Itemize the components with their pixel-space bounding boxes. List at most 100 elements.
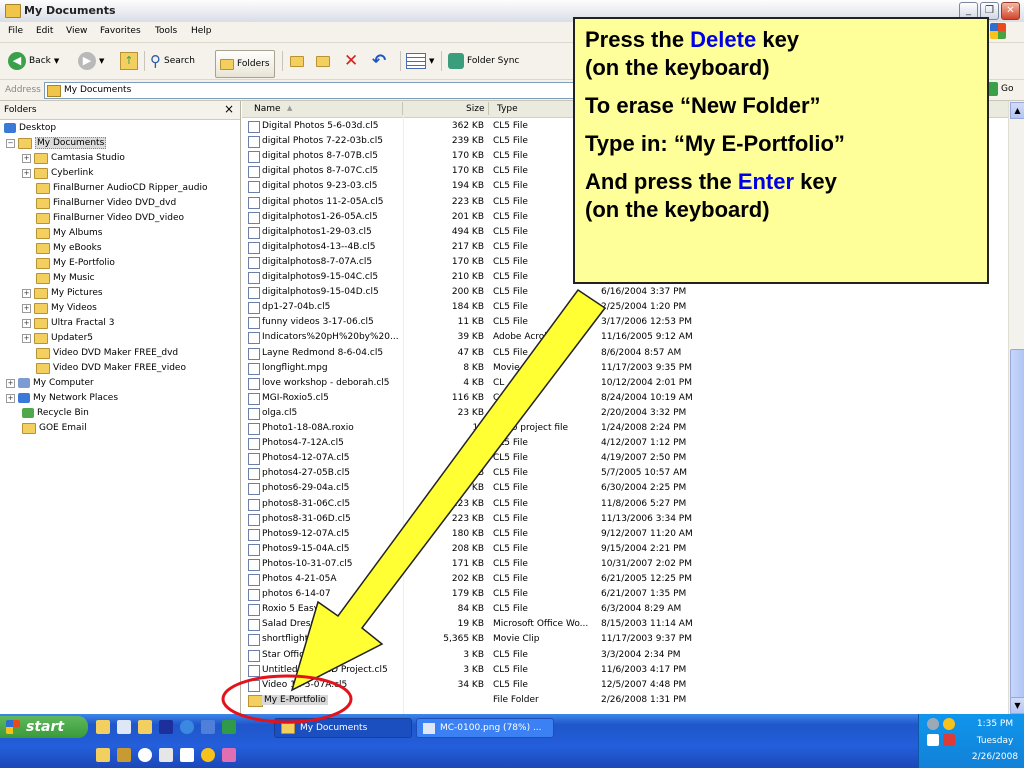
quicklaunch-excel-icon[interactable] [222,720,236,734]
file-row[interactable]: photos6-29-04a.cl5 224 KB CL5 File 6/30/200… [242,481,1008,496]
collapse-icon[interactable]: − [6,138,15,148]
file-row[interactable]: funny videos 3-17-06.cl5 11 KB CL5 File 3/1… [242,315,1008,330]
file-row[interactable]: My E-Portfolio File Folder 2/26/2008 1:31 … [242,693,1008,708]
forward-button[interactable]: ▶ ▼ [78,50,104,72]
file-row[interactable]: Salad Dressin 19 KB Microsoft Office Wo...… [242,617,1008,632]
copy-to-button[interactable] [316,50,330,72]
menu-tools[interactable]: Tools [155,26,177,36]
file-row[interactable]: photos4-27-05B.cl5 KB CL5 File 5/7/2005 10:… [242,466,1008,481]
tree-item-cyberlink[interactable]: + Cyberlink [22,166,93,180]
quicklaunch-word-icon[interactable] [201,720,215,734]
file-row[interactable]: Untitled Data CD Project.cl5 3 KB CL5 File… [242,663,1008,678]
file-row[interactable]: Star Office 7.cl5 3 KB CL5 File 3/3/2004 2:… [242,648,1008,663]
address-input[interactable]: My Documents [44,82,574,99]
expand-icon[interactable]: + [22,168,31,178]
expand-icon[interactable]: + [22,303,31,313]
file-row[interactable]: Photos9-12-07A.cl5 180 KB CL5 File 9/12/200… [242,527,1008,542]
expand-icon[interactable]: + [22,288,31,298]
tree-item-updater5[interactable]: + Updater5 [22,331,93,345]
tree-item-recycle-bin[interactable]: Recycle Bin [22,406,89,420]
taskbar-image-viewer[interactable]: MC-0100.png (78%) ... [416,718,554,738]
quicklaunch-explorer-icon[interactable] [138,720,152,734]
move-to-button[interactable] [290,50,304,72]
tree-item-my-albums[interactable]: My Albums [36,226,102,240]
column-type[interactable]: Type [497,104,518,114]
file-row[interactable]: shortflight.m 5,365 KB Movie Clip 11/17/200… [242,632,1008,647]
vertical-scrollbar[interactable]: ▲ ▼ [1008,101,1024,714]
quicklaunch-icon-row2-7[interactable] [222,748,236,762]
go-button[interactable]: Go [988,82,1013,96]
file-row[interactable]: MGI-Roxio5.cl5 116 KB C 8/24/2004 10:19 AM [242,391,1008,406]
tree-item-camtasia[interactable]: + Camtasia Studio [22,151,125,165]
quicklaunch-doc-icon[interactable] [117,720,131,734]
tray-icon-2[interactable] [943,718,955,730]
quicklaunch-icon-row2-6[interactable] [201,748,215,762]
taskbar-my-documents[interactable]: My Documents [274,718,412,738]
file-row[interactable]: Layne Redmond 8-6-04.cl5 47 KB CL5 File 8/6… [242,346,1008,361]
tree-item-finalburner-dvd[interactable]: FinalBurner Video DVD_dvd [36,196,176,210]
up-folder-button[interactable]: ↑ [120,50,138,72]
file-row[interactable]: digitalphotos9-15-04D.cl5 200 KB CL5 File 6… [242,285,1008,300]
file-row[interactable]: photos8-31-06D.cl5 223 KB CL5 File 11/13/20… [242,512,1008,527]
tree-item-finalburner-audio[interactable]: FinalBurner AudioCD Ripper_audio [36,181,207,195]
scroll-up-arrow-icon[interactable]: ▲ [1010,102,1024,119]
file-row[interactable]: Photos4-12-07A.cl5 CL5 File 4/19/2007 2:50… [242,451,1008,466]
tree-item-desktop[interactable]: Desktop [4,121,56,135]
tree-item-my-computer[interactable]: + My Computer [6,376,94,390]
tree-item-my-e-portfolio[interactable]: My E-Portfolio [36,256,115,270]
file-row[interactable]: Photos-10-31-07.cl5 171 KB CL5 File 10/31/2… [242,557,1008,572]
quicklaunch-icon-row2-5[interactable] [180,748,194,762]
tray-icon-1[interactable] [927,718,939,730]
file-row[interactable]: olga.cl5 23 KB File 2/20/2004 3:32 PM [242,406,1008,421]
file-row[interactable]: Indicators%20pH%20by%20... 39 KB Adobe Acr… [242,330,1008,345]
tree-item-my-pictures[interactable]: + My Pictures [22,286,103,300]
expand-icon[interactable]: + [22,318,31,328]
delete-button[interactable]: ✕ [344,50,358,72]
file-row[interactable]: Photos4-7-12A.cl5 1 CL5 File 4/12/2007 1:12… [242,436,1008,451]
file-row[interactable]: Photos9-15-04A.cl5 208 KB CL5 File 9/15/200… [242,542,1008,557]
folders-pane-close-button[interactable]: × [224,102,234,116]
quicklaunch-icon-row2-1[interactable] [96,748,110,762]
menu-favorites[interactable]: Favorites [100,26,141,36]
menu-help[interactable]: Help [191,26,212,36]
quicklaunch-folder-icon[interactable] [96,720,110,734]
tree-item-finalburner-video[interactable]: FinalBurner Video DVD_video [36,211,184,225]
expand-icon[interactable]: + [6,393,15,403]
menu-edit[interactable]: Edit [36,26,53,36]
scrollbar-thumb[interactable] [1010,349,1024,703]
views-button[interactable]: ▼ [406,50,434,72]
tray-shield-icon[interactable] [943,734,955,746]
clock-time[interactable]: 1:35 PM [969,719,1021,729]
file-row[interactable]: dp1-27-04b.cl5 184 KB CL5 File 2/25/2004 1:… [242,300,1008,315]
tree-item-my-videos[interactable]: + My Videos [22,301,97,315]
search-button[interactable]: ⚲ Search [150,50,195,72]
expand-icon[interactable]: + [22,153,31,163]
folders-button[interactable]: Folders [215,50,275,78]
menu-file[interactable]: File [8,26,23,36]
file-row[interactable]: Photo1-18-08A.roxio 13 Roxio project file 1… [242,421,1008,436]
quicklaunch-icon-row2-2[interactable] [117,748,131,762]
tree-item-video-dvd-maker-dvd[interactable]: Video DVD Maker FREE_dvd [36,346,178,360]
file-row[interactable]: Video 12-5-07A.cl5 34 KB CL5 File 12/5/2007… [242,678,1008,693]
tree-item-my-music[interactable]: My Music [36,271,95,285]
file-row[interactable]: Photos 4-21-05A 202 KB CL5 File 6/21/2005 1… [242,572,1008,587]
file-row[interactable]: longflight.mpg 8 KB Movie 11/17/2003 9:35 P… [242,361,1008,376]
start-button[interactable]: start [0,716,88,738]
back-button[interactable]: ◀ Back ▼ [8,50,59,72]
tree-item-network-places[interactable]: + My Network Places [6,391,118,405]
tree-item-my-ebooks[interactable]: My eBooks [36,241,102,255]
column-size[interactable]: Size [466,104,484,114]
quicklaunch-icon-row2-4[interactable] [159,748,173,762]
scroll-down-arrow-icon[interactable]: ▼ [1010,697,1024,714]
internet-explorer-icon[interactable] [180,720,194,734]
media-player-icon[interactable] [138,748,152,762]
menu-view[interactable]: View [66,26,87,36]
expand-icon[interactable]: + [6,378,15,388]
file-row[interactable]: love workshop - deborah.cl5 4 KB CL 10/12/2… [242,376,1008,391]
folder-sync-button[interactable]: Folder Sync [448,50,519,72]
tray-icon-3[interactable] [927,734,939,746]
undo-button[interactable]: ↶ [372,50,386,72]
quicklaunch-app-icon[interactable] [159,720,173,734]
tree-item-my-documents[interactable]: − My Documents [6,136,107,150]
column-name[interactable]: Name [254,104,281,114]
